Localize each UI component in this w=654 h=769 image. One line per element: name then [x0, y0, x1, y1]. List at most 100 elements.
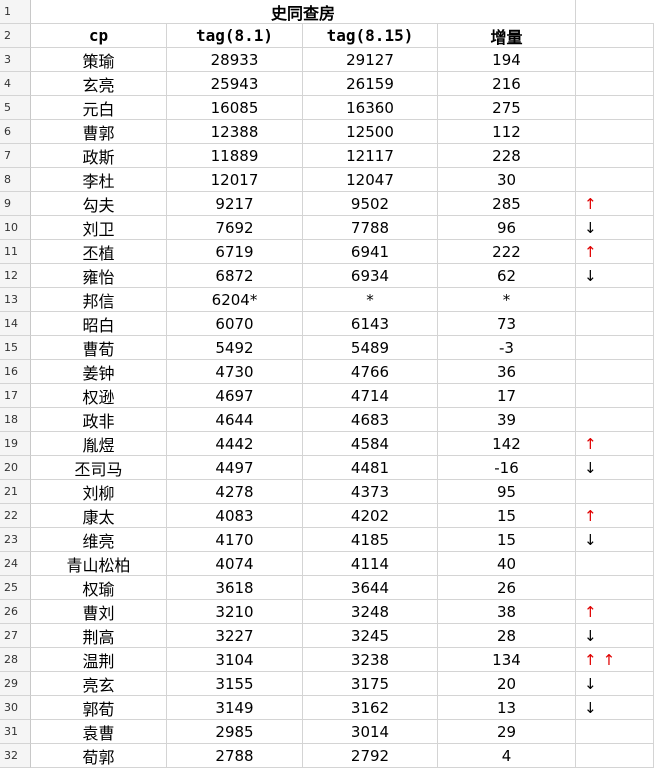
cell-trend[interactable]: [576, 48, 654, 72]
cell-tag-8-1[interactable]: 3155: [167, 672, 303, 696]
cell-tag-8-15[interactable]: 7788: [303, 216, 438, 240]
cell-trend[interactable]: [576, 96, 654, 120]
cell-trend[interactable]: [576, 144, 654, 168]
cell-tag-8-1[interactable]: 5492: [167, 336, 303, 360]
row-number[interactable]: 28: [0, 648, 31, 672]
cell-cp[interactable]: 政斯: [31, 144, 167, 168]
sheet-title[interactable]: 史同查房: [31, 0, 576, 24]
cell-increment[interactable]: 134: [438, 648, 576, 672]
cell-cp[interactable]: 荀郭: [31, 744, 167, 768]
empty-cell[interactable]: [576, 0, 654, 24]
cell-trend[interactable]: ↓: [576, 216, 654, 240]
row-number[interactable]: 18: [0, 408, 31, 432]
cell-cp[interactable]: 温荆: [31, 648, 167, 672]
cell-cp[interactable]: 玄亮: [31, 72, 167, 96]
cell-tag-8-15[interactable]: 4185: [303, 528, 438, 552]
row-number[interactable]: 13: [0, 288, 31, 312]
row-number[interactable]: 9: [0, 192, 31, 216]
cell-cp[interactable]: 丕司马: [31, 456, 167, 480]
cell-trend[interactable]: ↓: [576, 528, 654, 552]
cell-tag-8-1[interactable]: 3618: [167, 576, 303, 600]
cell-increment[interactable]: 29: [438, 720, 576, 744]
row-number[interactable]: 5: [0, 96, 31, 120]
cell-increment[interactable]: 40: [438, 552, 576, 576]
cell-tag-8-15[interactable]: 4714: [303, 384, 438, 408]
cell-cp[interactable]: 元白: [31, 96, 167, 120]
cell-tag-8-15[interactable]: 4683: [303, 408, 438, 432]
row-number[interactable]: 11: [0, 240, 31, 264]
cell-cp[interactable]: 郭荀: [31, 696, 167, 720]
cell-increment[interactable]: 95: [438, 480, 576, 504]
cell-cp[interactable]: 刘卫: [31, 216, 167, 240]
cell-tag-8-15[interactable]: 12500: [303, 120, 438, 144]
cell-trend[interactable]: ↓: [576, 672, 654, 696]
cell-cp[interactable]: 权逊: [31, 384, 167, 408]
row-number[interactable]: 27: [0, 624, 31, 648]
row-number[interactable]: 25: [0, 576, 31, 600]
cell-increment[interactable]: 28: [438, 624, 576, 648]
cell-tag-8-1[interactable]: 12017: [167, 168, 303, 192]
row-number[interactable]: 21: [0, 480, 31, 504]
header-cp[interactable]: cp: [31, 24, 167, 48]
row-number[interactable]: 26: [0, 600, 31, 624]
row-number[interactable]: 29: [0, 672, 31, 696]
cell-tag-8-1[interactable]: 9217: [167, 192, 303, 216]
cell-increment[interactable]: 96: [438, 216, 576, 240]
cell-cp[interactable]: 曹刘: [31, 600, 167, 624]
row-number[interactable]: 23: [0, 528, 31, 552]
cell-tag-8-1[interactable]: 4442: [167, 432, 303, 456]
cell-increment[interactable]: 285: [438, 192, 576, 216]
cell-tag-8-15[interactable]: 6934: [303, 264, 438, 288]
cell-cp[interactable]: 刘柳: [31, 480, 167, 504]
cell-trend[interactable]: [576, 120, 654, 144]
cell-tag-8-15[interactable]: 4114: [303, 552, 438, 576]
cell-increment[interactable]: -16: [438, 456, 576, 480]
cell-cp[interactable]: 昭白: [31, 312, 167, 336]
cell-tag-8-15[interactable]: 3014: [303, 720, 438, 744]
cell-tag-8-15[interactable]: 4481: [303, 456, 438, 480]
cell-increment[interactable]: 15: [438, 528, 576, 552]
cell-trend[interactable]: ↑: [576, 600, 654, 624]
cell-increment[interactable]: 112: [438, 120, 576, 144]
row-number[interactable]: 20: [0, 456, 31, 480]
row-number[interactable]: 1: [0, 0, 31, 24]
cell-trend[interactable]: ↓: [576, 456, 654, 480]
row-number[interactable]: 10: [0, 216, 31, 240]
cell-tag-8-15[interactable]: *: [303, 288, 438, 312]
cell-cp[interactable]: 雍怡: [31, 264, 167, 288]
row-number[interactable]: 30: [0, 696, 31, 720]
header-increment[interactable]: 增量: [438, 24, 576, 48]
cell-tag-8-15[interactable]: 29127: [303, 48, 438, 72]
cell-trend[interactable]: [576, 552, 654, 576]
cell-increment[interactable]: 275: [438, 96, 576, 120]
cell-tag-8-15[interactable]: 26159: [303, 72, 438, 96]
cell-cp[interactable]: 丕植: [31, 240, 167, 264]
cell-cp[interactable]: 曹郭: [31, 120, 167, 144]
row-number[interactable]: 2: [0, 24, 31, 48]
empty-cell[interactable]: [576, 24, 654, 48]
cell-tag-8-15[interactable]: 3644: [303, 576, 438, 600]
cell-cp[interactable]: 邦信: [31, 288, 167, 312]
cell-tag-8-1[interactable]: 3210: [167, 600, 303, 624]
cell-increment[interactable]: 216: [438, 72, 576, 96]
cell-trend[interactable]: ↓: [576, 624, 654, 648]
row-number[interactable]: 32: [0, 744, 31, 768]
cell-cp[interactable]: 维亮: [31, 528, 167, 552]
cell-cp[interactable]: 权瑜: [31, 576, 167, 600]
cell-increment[interactable]: 38: [438, 600, 576, 624]
cell-increment[interactable]: 36: [438, 360, 576, 384]
cell-increment[interactable]: 30: [438, 168, 576, 192]
cell-increment[interactable]: 20: [438, 672, 576, 696]
cell-cp[interactable]: 政非: [31, 408, 167, 432]
cell-tag-8-1[interactable]: 6719: [167, 240, 303, 264]
cell-increment[interactable]: 142: [438, 432, 576, 456]
cell-tag-8-1[interactable]: 4730: [167, 360, 303, 384]
cell-tag-8-15[interactable]: 3248: [303, 600, 438, 624]
cell-increment[interactable]: *: [438, 288, 576, 312]
cell-tag-8-1[interactable]: 6204*: [167, 288, 303, 312]
row-number[interactable]: 6: [0, 120, 31, 144]
row-number[interactable]: 12: [0, 264, 31, 288]
cell-trend[interactable]: [576, 72, 654, 96]
cell-tag-8-1[interactable]: 16085: [167, 96, 303, 120]
cell-trend[interactable]: [576, 336, 654, 360]
